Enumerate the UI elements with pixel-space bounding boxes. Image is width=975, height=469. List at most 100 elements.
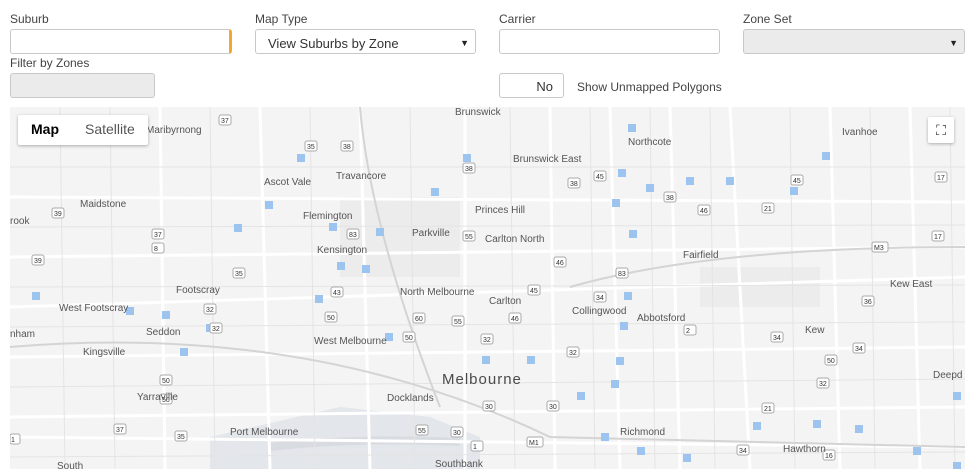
place-label: West Melbourne [314,336,387,347]
satellite-tab[interactable]: Satellite [72,115,148,145]
zone-marker[interactable] [362,265,370,273]
svg-text:50: 50 [405,335,413,342]
svg-text:35: 35 [307,144,315,151]
zone-marker[interactable] [618,169,626,177]
map-canvas[interactable]: 37 35 38 38 38 45 38 46 21 45 17 39 37 8… [10,107,965,469]
place-label: Collingwood [572,306,626,317]
route-shield: 39 [31,254,45,266]
route-shield: 35 [304,140,318,152]
route-shield: 37 [218,114,232,126]
suburb-input[interactable] [10,29,232,54]
route-shield: 1 [10,433,21,445]
place-label: Richmond [620,427,665,438]
zone-marker[interactable] [726,177,734,185]
svg-text:32: 32 [206,307,214,314]
zone-marker[interactable] [637,447,645,455]
zone-marker[interactable] [753,422,761,430]
svg-text:55: 55 [454,319,462,326]
zone-marker[interactable] [482,356,490,364]
place-label: Seddon [146,327,180,338]
zone-marker[interactable] [180,348,188,356]
zone-marker[interactable] [790,187,798,195]
map-tab[interactable]: Map [18,115,72,145]
place-label: North Melbourne [400,287,475,298]
zone-marker[interactable] [32,292,40,300]
svg-text:38: 38 [343,144,351,151]
svg-text:34: 34 [773,335,781,342]
map-view[interactable]: 37 35 38 38 38 45 38 46 21 45 17 39 37 8… [10,107,965,469]
svg-text:46: 46 [556,260,564,267]
fullscreen-button[interactable]: ⛶ [928,117,954,143]
zone-marker[interactable] [527,356,535,364]
svg-text:83: 83 [618,271,626,278]
route-shield: 30 [546,400,560,412]
zone-marker[interactable] [315,295,323,303]
zone-marker[interactable] [601,433,609,441]
route-shield: 55 [451,315,465,327]
zone-marker[interactable] [683,454,691,462]
zone-marker[interactable] [463,154,471,162]
zone-marker[interactable] [822,152,830,160]
svg-text:38: 38 [465,166,473,173]
zone-marker[interactable] [620,322,628,330]
zone-marker[interactable] [265,201,273,209]
svg-text:38: 38 [666,195,674,202]
zone-marker[interactable] [953,462,961,469]
place-label: Brunswick [455,107,502,118]
yarra-bend-park [700,267,820,307]
carrier-input[interactable] [499,29,720,54]
svg-text:34: 34 [596,295,604,302]
svg-text:39: 39 [54,211,62,218]
route-shield: 38 [567,177,581,189]
zone-marker[interactable] [913,447,921,455]
zone-marker[interactable] [624,292,632,300]
svg-text:45: 45 [596,174,604,181]
place-label: Yarraville [137,392,178,403]
route-shield: 8 [151,242,165,254]
zone-marker[interactable] [616,357,624,365]
route-shield: 30 [450,426,464,438]
svg-text:43: 43 [333,290,341,297]
place-label: Docklands [387,393,434,404]
zone-marker[interactable] [611,380,619,388]
zone-marker[interactable] [577,392,585,400]
route-shield: 50 [159,374,173,386]
route-shield: 30 [482,400,496,412]
zone-marker[interactable] [855,425,863,433]
zone-marker[interactable] [813,420,821,428]
zone-marker[interactable] [376,228,384,236]
svg-text:35: 35 [177,434,185,441]
route-shield: 21 [761,202,775,214]
zone-marker[interactable] [234,224,242,232]
svg-text:32: 32 [212,326,220,333]
zone-marker[interactable] [953,392,961,400]
zone-set-select[interactable]: ▼ [743,29,965,54]
zone-marker[interactable] [612,199,620,207]
zone-marker[interactable] [337,262,345,270]
zone-marker[interactable] [686,177,694,185]
map-type-select[interactable]: View Suburbs by Zone ▼ [255,29,476,54]
zone-marker[interactable] [629,230,637,238]
zone-marker[interactable] [329,223,337,231]
svg-text:55: 55 [418,428,426,435]
svg-text:17: 17 [934,234,942,241]
route-shield: 32 [566,346,580,358]
place-label: Brunswick East [513,154,582,165]
svg-text:45: 45 [530,288,538,295]
svg-text:17: 17 [937,175,945,182]
svg-text:M1: M1 [529,440,539,447]
place-label: Kew [805,325,825,336]
place-label: Footscray [176,285,220,296]
place-label: Carlton [489,296,521,307]
route-shield: 43 [330,286,344,298]
zone-marker[interactable] [431,188,439,196]
zone-set-label: Zone Set [743,12,792,26]
zone-marker[interactable] [628,124,636,132]
svg-text:2: 2 [686,328,690,335]
svg-text:21: 21 [764,406,772,413]
zone-marker[interactable] [162,311,170,319]
filter-zones-input[interactable] [10,73,155,98]
zone-marker[interactable] [646,184,654,192]
zone-marker[interactable] [297,154,305,162]
unmapped-toggle[interactable]: No [499,73,564,98]
